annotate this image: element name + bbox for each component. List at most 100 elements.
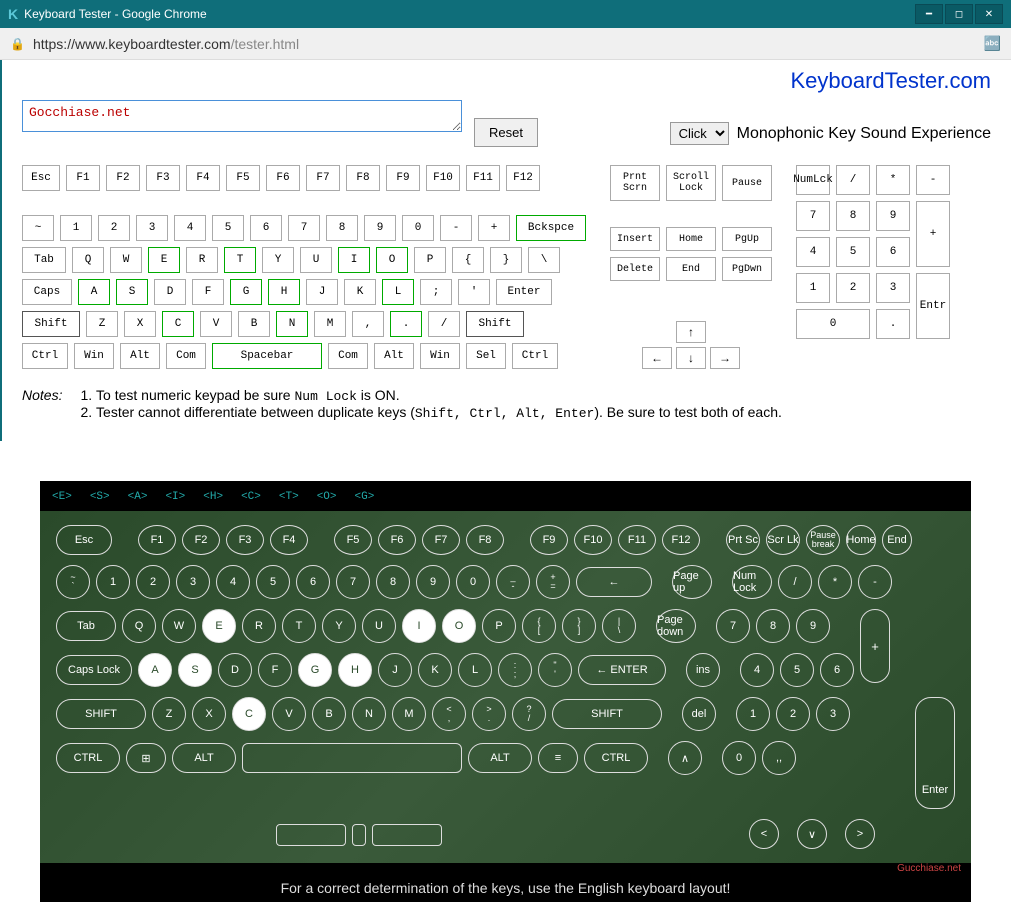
key-win[interactable]: Win (74, 343, 114, 369)
key-w[interactable]: W (110, 247, 142, 273)
key2-o[interactable]: O (442, 609, 476, 643)
key-i[interactable]: I (338, 247, 370, 273)
key-prnt-scrn[interactable]: PrntScrn (610, 165, 660, 201)
key-bckspce[interactable]: Bckspce (516, 215, 586, 241)
key2-l[interactable]: L (458, 653, 492, 687)
key2-4[interactable]: 4 (740, 653, 774, 687)
key-f11[interactable]: F11 (466, 165, 500, 191)
key-}[interactable]: } (490, 247, 522, 273)
key-alt[interactable]: Alt (374, 343, 414, 369)
key-np-4[interactable]: 4 (796, 237, 830, 267)
key2-/[interactable]: / (778, 565, 812, 599)
key2-x[interactable]: X (192, 697, 226, 731)
key-scroll-lock[interactable]: ScrollLock (666, 165, 716, 201)
key-3[interactable]: 3 (136, 215, 168, 241)
key2-enter[interactable]: Enter (915, 697, 955, 809)
key-h[interactable]: H (268, 279, 300, 305)
key2-i[interactable]: I (402, 609, 436, 643)
key-caps[interactable]: Caps (22, 279, 72, 305)
key2-?-/[interactable]: ?/ (512, 697, 546, 731)
key-7[interactable]: 7 (288, 215, 320, 241)
key2-6[interactable]: 6 (820, 653, 854, 687)
key2-plus[interactable]: + (860, 609, 890, 683)
key-\[interactable]: \ (528, 247, 560, 273)
key-np-6[interactable]: 6 (876, 237, 910, 267)
key2-:-;[interactable]: :; (498, 653, 532, 687)
key-5[interactable]: 5 (212, 215, 244, 241)
key-k[interactable]: K (344, 279, 376, 305)
key-u[interactable]: U (300, 247, 332, 273)
key2-← enter[interactable]: ← ENTER (578, 655, 666, 685)
key-home[interactable]: Home (666, 227, 716, 251)
key2-j[interactable]: J (378, 653, 412, 687)
key2-2[interactable]: 2 (136, 565, 170, 599)
key2-m[interactable]: M (392, 697, 426, 731)
key-f2[interactable]: F2 (106, 165, 140, 191)
key-ctrl[interactable]: Ctrl (512, 343, 558, 369)
key2-,,[interactable]: ,, (762, 741, 796, 775)
key-com[interactable]: Com (166, 343, 206, 369)
key2-esc[interactable]: Esc (56, 525, 112, 555)
key2-f3[interactable]: F3 (226, 525, 264, 555)
key2-home[interactable]: Home (846, 525, 876, 555)
key-+[interactable]: + (478, 215, 510, 241)
key2-f4[interactable]: F4 (270, 525, 308, 555)
key2-ctrl[interactable]: CTRL (56, 743, 120, 773)
key-ctrl[interactable]: Ctrl (22, 343, 68, 369)
key-f6[interactable]: F6 (266, 165, 300, 191)
key-0[interactable]: 0 (402, 215, 434, 241)
key2-page up[interactable]: Page up (672, 565, 712, 599)
key-y[interactable]: Y (262, 247, 294, 273)
key2-7[interactable]: 7 (336, 565, 370, 599)
key-f4[interactable]: F4 (186, 165, 220, 191)
key2-9[interactable]: 9 (416, 565, 450, 599)
key2-{-[[interactable]: {[ (522, 609, 556, 643)
key-f8[interactable]: F8 (346, 165, 380, 191)
key-esc[interactable]: Esc (22, 165, 60, 191)
key-a[interactable]: A (78, 279, 110, 305)
key2-prt sc[interactable]: Prt Sc (726, 525, 760, 555)
key2-end[interactable]: End (882, 525, 912, 555)
tag[interactable]: <A> (128, 491, 148, 503)
key2-9[interactable]: 9 (796, 609, 830, 643)
key-j[interactable]: J (306, 279, 338, 305)
key-b[interactable]: B (238, 311, 270, 337)
maximize-button[interactable]: ◻ (945, 4, 973, 24)
spacebar-segment[interactable] (276, 824, 346, 846)
key2-y[interactable]: Y (322, 609, 356, 643)
key2-∨[interactable]: ∨ (797, 819, 827, 849)
key-t[interactable]: T (224, 247, 256, 273)
key-9[interactable]: 9 (364, 215, 396, 241)
key2-h[interactable]: H (338, 653, 372, 687)
key2-~-`[interactable]: ~` (56, 565, 90, 599)
key2-f7[interactable]: F7 (422, 525, 460, 555)
key2-f[interactable]: F (258, 653, 292, 687)
key-~[interactable]: ~ (22, 215, 54, 241)
key2-w[interactable]: W (162, 609, 196, 643)
key-x[interactable]: X (124, 311, 156, 337)
key-q[interactable]: Q (72, 247, 104, 273)
tag[interactable]: <O> (317, 491, 337, 503)
key-l[interactable]: L (382, 279, 414, 305)
key2-8[interactable]: 8 (756, 609, 790, 643)
key2-3[interactable]: 3 (176, 565, 210, 599)
key2-u[interactable]: U (362, 609, 396, 643)
spacebar-segment[interactable] (352, 824, 366, 846)
key2-del[interactable]: del (682, 697, 716, 731)
key2-2[interactable]: 2 (776, 697, 810, 731)
reset-button[interactable]: Reset (474, 118, 538, 147)
brand-logo[interactable]: KeyboardTester.com (790, 68, 991, 94)
key-sel[interactable]: Sel (466, 343, 506, 369)
key-np-1[interactable]: 1 (796, 273, 830, 303)
key2-8[interactable]: 8 (376, 565, 410, 599)
key-4[interactable]: 4 (174, 215, 206, 241)
key-spacebar[interactable]: Spacebar (212, 343, 322, 369)
key2->[interactable]: > (845, 819, 875, 849)
key-np-/[interactable]: / (836, 165, 870, 195)
tag[interactable]: <I> (165, 491, 185, 503)
key-,[interactable]: , (352, 311, 384, 337)
key2-g[interactable]: G (298, 653, 332, 687)
key-f[interactable]: F (192, 279, 224, 305)
key2-∧[interactable]: ∧ (668, 741, 702, 775)
arrow-down-key[interactable]: ↓ (676, 347, 706, 369)
